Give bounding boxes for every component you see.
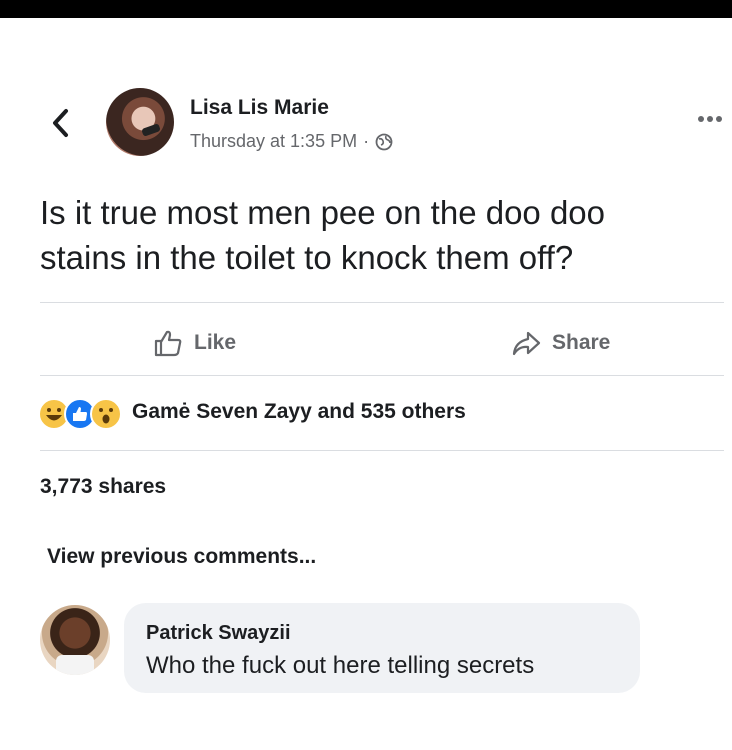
divider (40, 375, 724, 376)
back-arrow-icon[interactable] (50, 106, 72, 140)
meta-separator: · (363, 131, 370, 151)
more-options-icon[interactable] (697, 114, 723, 124)
share-label: Share (552, 331, 611, 354)
share-count[interactable]: 3,773 shares (40, 475, 166, 499)
divider (40, 450, 724, 451)
top-black-bar (0, 0, 732, 18)
post-timestamp[interactable]: Thursday at 1:35 PM (190, 131, 357, 152)
divider (40, 302, 724, 303)
share-button[interactable]: Share (510, 324, 610, 362)
share-arrow-icon (512, 331, 541, 356)
post-author-name[interactable]: Lisa Lis Marie (190, 96, 329, 120)
post-meta: Thursday at 1:35 PM · (190, 131, 393, 152)
post-text: Is it true most men pee on the doo doo s… (40, 190, 730, 280)
wow-reaction-icon (90, 398, 122, 430)
like-label: Like (194, 331, 237, 354)
post-text-line: Is it true most men pee on the doo doo (40, 194, 606, 231)
post-text-line: stains in the toilet to knock them off? (40, 239, 574, 276)
globe-icon (375, 133, 393, 150)
thumbs-up-icon (154, 330, 182, 357)
author-avatar[interactable] (106, 88, 174, 156)
comment-author[interactable]: Patrick Swayzii (146, 622, 291, 645)
reaction-icons[interactable] (38, 398, 122, 430)
reaction-summary[interactable]: Gamė Seven Zayy and 535 others (132, 400, 466, 424)
commenter-avatar[interactable] (40, 605, 110, 675)
comment-text: Who the fuck out here telling secrets (146, 652, 535, 679)
view-previous-comments-link[interactable]: View previous comments... (47, 545, 316, 569)
like-button[interactable]: Like (152, 324, 236, 362)
